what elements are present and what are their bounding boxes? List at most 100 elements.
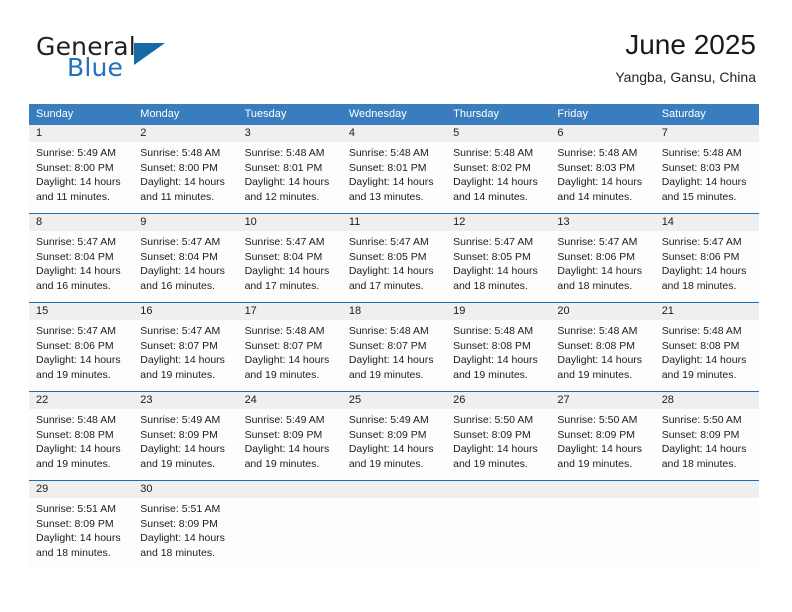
day-details — [446, 498, 550, 502]
weekday-header-monday: Monday — [140, 108, 180, 120]
calendar-day-cell[interactable] — [341, 481, 447, 569]
day-detail-line: Sunrise: 5:47 AM — [661, 236, 742, 248]
day-detail-line: Daylight: 14 hours — [244, 265, 330, 278]
calendar-day-cell[interactable]: 8 Sunrise: 5:47 AM Sunset: 8:04 PM Daylight… — [29, 214, 134, 302]
calendar-day-cell[interactable] — [237, 481, 342, 569]
day-detail-line: Daylight: 14 hours — [140, 176, 225, 189]
calendar-day-cell[interactable]: 5 Sunrise: 5:48 AM Sunset: 8:02 PM Daylight… — [446, 125, 551, 213]
day-detail-line: Sunrise: 5:47 AM — [453, 236, 534, 248]
day-number: 2 — [133, 125, 238, 142]
calendar-day-cell[interactable]: 22 Sunrise: 5:48 AM Sunset: 8:08 PM Dayligh… — [29, 392, 134, 480]
calendar-day-cell[interactable]: 19 Sunrise: 5:48 AM Sunset: 8:08 PM Dayligh… — [446, 303, 551, 391]
day-detail-line: and 16 minutes. — [140, 279, 215, 292]
day-detail-line: Sunset: 8:00 PM — [140, 161, 218, 174]
day-detail-line: Daylight: 14 hours — [661, 354, 747, 367]
day-details — [238, 498, 342, 502]
calendar-day-cell[interactable]: 24 Sunrise: 5:49 AM Sunset: 8:09 PM Dayligh… — [237, 392, 342, 480]
weekday-header-thursday: Thursday — [453, 108, 499, 120]
calendar-day-cell[interactable]: 28 Sunrise: 5:50 AM Sunset: 8:09 PM Dayligh… — [654, 392, 759, 480]
day-detail-line: Sunset: 8:04 PM — [36, 250, 114, 263]
calendar-day-cell[interactable] — [446, 481, 551, 569]
title-block: June 2025 Yangba, Gansu, China — [615, 28, 756, 86]
day-detail-line: and 18 minutes. — [140, 546, 215, 559]
day-detail-line: Sunset: 8:09 PM — [36, 517, 114, 530]
calendar-day-cell[interactable] — [550, 481, 655, 569]
day-detail-line: and 19 minutes. — [661, 368, 737, 381]
day-detail-line: Daylight: 14 hours — [661, 176, 747, 189]
day-detail-line: and 14 minutes. — [453, 190, 528, 203]
day-detail-line: Sunset: 8:00 PM — [36, 161, 114, 174]
day-detail-line: and 19 minutes. — [453, 368, 528, 381]
day-detail-line: Sunrise: 5:48 AM — [661, 147, 742, 159]
day-detail-line: Sunrise: 5:48 AM — [244, 325, 325, 337]
day-detail-line: Sunrise: 5:47 AM — [557, 236, 638, 248]
calendar-day-cell[interactable]: 23 Sunrise: 5:49 AM Sunset: 8:09 PM Dayligh… — [133, 392, 238, 480]
day-detail-line: Sunset: 8:09 PM — [244, 428, 323, 441]
day-details: Sunrise: 5:48 AM Sunset: 8:02 PM Daylight:… — [446, 142, 550, 204]
calendar-day-cell[interactable]: 9 Sunrise: 5:47 AM Sunset: 8:04 PM Daylight… — [133, 214, 238, 302]
day-detail-line: Sunrise: 5:48 AM — [36, 414, 116, 426]
day-detail-line: and 17 minutes. — [348, 279, 424, 292]
day-detail-line: and 19 minutes. — [348, 457, 424, 470]
calendar-day-cell[interactable]: 18 Sunrise: 5:48 AM Sunset: 8:07 PM Dayligh… — [341, 303, 447, 391]
day-details: Sunrise: 5:48 AM Sunset: 8:07 PM Daylight:… — [342, 320, 446, 382]
calendar-day-cell[interactable]: 25 Sunrise: 5:49 AM Sunset: 8:09 PM Dayligh… — [341, 392, 447, 480]
calendar-day-cell[interactable] — [654, 481, 759, 569]
day-detail-line: Daylight: 14 hours — [557, 443, 643, 456]
day-details: Sunrise: 5:49 AM Sunset: 8:09 PM Daylight:… — [342, 409, 446, 471]
day-details: Sunrise: 5:47 AM Sunset: 8:06 PM Daylight:… — [550, 231, 654, 293]
calendar-week-row: 15 Sunrise: 5:47 AM Sunset: 8:06 PM Dayligh… — [29, 302, 759, 391]
day-detail-line: Sunset: 8:08 PM — [557, 339, 636, 352]
day-number: 19 — [446, 303, 551, 320]
calendar-day-cell[interactable]: 12 Sunrise: 5:47 AM Sunset: 8:05 PM Dayligh… — [446, 214, 551, 302]
day-detail-line: Daylight: 14 hours — [244, 176, 330, 189]
calendar-day-cell[interactable]: 27 Sunrise: 5:50 AM Sunset: 8:09 PM Dayligh… — [550, 392, 655, 480]
calendar-day-cell[interactable]: 15 Sunrise: 5:47 AM Sunset: 8:06 PM Dayligh… — [29, 303, 134, 391]
calendar-day-cell[interactable]: 1 Sunrise: 5:49 AM Sunset: 8:00 PM Daylight… — [29, 125, 134, 213]
calendar-day-cell[interactable]: 29 Sunrise: 5:51 AM Sunset: 8:09 PM Dayligh… — [29, 481, 134, 569]
day-details — [655, 498, 759, 502]
day-number: 21 — [654, 303, 759, 320]
day-details: Sunrise: 5:48 AM Sunset: 8:01 PM Daylight:… — [238, 142, 342, 204]
calendar-day-cell[interactable]: 26 Sunrise: 5:50 AM Sunset: 8:09 PM Dayligh… — [446, 392, 551, 480]
calendar-week-row: 1 Sunrise: 5:49 AM Sunset: 8:00 PM Daylight… — [29, 125, 759, 213]
calendar-day-cell[interactable]: 17 Sunrise: 5:48 AM Sunset: 8:07 PM Dayligh… — [237, 303, 342, 391]
brand-logo[interactable]: General Blue — [36, 32, 256, 88]
day-number: 14 — [654, 214, 759, 231]
day-detail-line: and 12 minutes. — [244, 190, 320, 203]
day-number: 24 — [237, 392, 342, 409]
calendar-day-cell[interactable]: 10 Sunrise: 5:47 AM Sunset: 8:04 PM Dayligh… — [237, 214, 342, 302]
day-detail-line: Sunset: 8:06 PM — [36, 339, 114, 352]
day-detail-line: Sunset: 8:05 PM — [453, 250, 531, 263]
calendar-day-cell[interactable]: 20 Sunrise: 5:48 AM Sunset: 8:08 PM Dayligh… — [550, 303, 655, 391]
calendar-day-cell[interactable]: 16 Sunrise: 5:47 AM Sunset: 8:07 PM Dayligh… — [133, 303, 238, 391]
day-number: 9 — [133, 214, 238, 231]
calendar-day-cell[interactable]: 2 Sunrise: 5:48 AM Sunset: 8:00 PM Daylight… — [133, 125, 238, 213]
calendar-day-cell[interactable]: 13 Sunrise: 5:47 AM Sunset: 8:06 PM Dayligh… — [550, 214, 655, 302]
calendar-day-cell[interactable]: 4 Sunrise: 5:48 AM Sunset: 8:01 PM Daylight… — [341, 125, 447, 213]
day-detail-line: and 18 minutes. — [36, 546, 111, 559]
day-number — [550, 481, 655, 498]
day-detail-line: Daylight: 14 hours — [36, 176, 121, 189]
day-detail-line: and 11 minutes. — [36, 190, 110, 203]
calendar-day-cell[interactable]: 3 Sunrise: 5:48 AM Sunset: 8:01 PM Daylight… — [237, 125, 342, 213]
day-details — [550, 498, 654, 502]
calendar-day-cell[interactable]: 6 Sunrise: 5:48 AM Sunset: 8:03 PM Daylight… — [550, 125, 655, 213]
day-details: Sunrise: 5:49 AM Sunset: 8:00 PM Daylight:… — [29, 142, 133, 204]
day-number: 23 — [133, 392, 238, 409]
day-detail-line: Sunrise: 5:51 AM — [36, 503, 116, 515]
calendar-day-cell[interactable]: 30 Sunrise: 5:51 AM Sunset: 8:09 PM Dayligh… — [133, 481, 238, 569]
day-details: Sunrise: 5:48 AM Sunset: 8:01 PM Daylight:… — [342, 142, 446, 204]
triangle-icon — [134, 43, 165, 65]
day-detail-line: Daylight: 14 hours — [140, 532, 225, 545]
page-title: June 2025 — [625, 29, 756, 60]
calendar-day-cell[interactable]: 11 Sunrise: 5:47 AM Sunset: 8:05 PM Dayligh… — [341, 214, 447, 302]
calendar-day-cell[interactable]: 7 Sunrise: 5:48 AM Sunset: 8:03 PM Daylight… — [654, 125, 759, 213]
day-detail-line: and 11 minutes. — [140, 190, 215, 203]
day-detail-line: Sunrise: 5:47 AM — [36, 325, 116, 337]
calendar-day-cell[interactable]: 14 Sunrise: 5:47 AM Sunset: 8:06 PM Dayligh… — [654, 214, 759, 302]
weekday-header-row: Sunday Monday Tuesday Wednesday Thursday… — [29, 104, 759, 125]
day-detail-line: Sunrise: 5:48 AM — [661, 325, 742, 337]
day-details: Sunrise: 5:49 AM Sunset: 8:09 PM Daylight:… — [133, 409, 237, 471]
calendar-day-cell[interactable]: 21 Sunrise: 5:48 AM Sunset: 8:08 PM Dayligh… — [654, 303, 759, 391]
